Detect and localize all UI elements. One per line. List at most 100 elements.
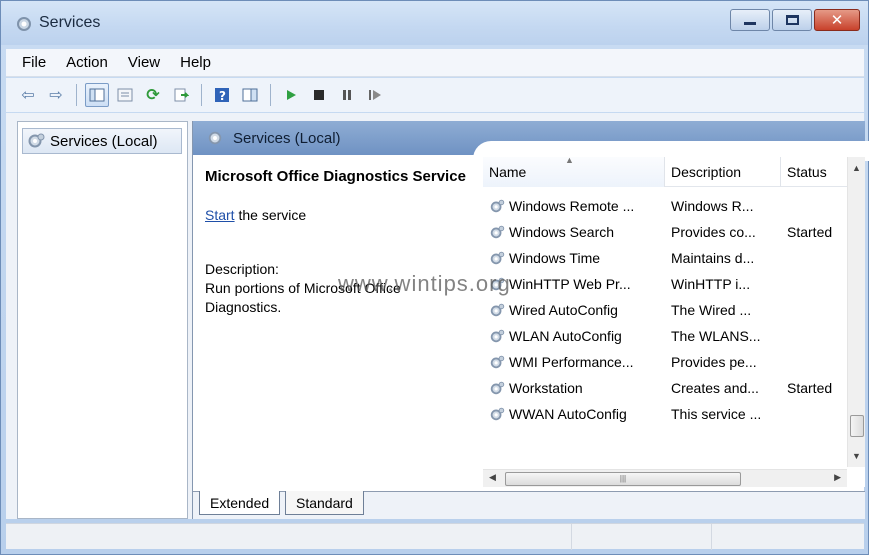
row-name-cell: Windows Time [483,250,665,266]
horizontal-scroll-thumb[interactable]: ||| [505,472,741,486]
row-name-cell: Windows Search [483,224,665,240]
row-name-cell: WWAN AutoConfig [483,406,665,422]
row-description: The Wired ... [671,302,752,318]
scroll-up-icon[interactable]: ▲ [852,163,861,173]
row-description: Windows R... [671,198,754,214]
restart-icon[interactable] [363,83,387,107]
toolbar-separator [76,84,77,106]
column-status-label: Status [787,164,827,180]
menu-file[interactable]: File [12,54,56,71]
table-row[interactable]: WinHTTP Web Pr... WinHTTP i... [483,271,845,297]
services-gear-icon [28,133,45,148]
service-gear-icon [490,199,505,213]
vertical-scroll-thumb[interactable] [850,415,864,437]
stop-icon[interactable] [307,83,331,107]
play-icon[interactable] [279,83,303,107]
service-gear-icon [490,381,505,395]
row-description: WinHTTP i... [671,276,751,292]
service-name: Microsoft Office Diagnostics Service [205,168,466,185]
row-name-cell: Wired AutoConfig [483,302,665,318]
table-row[interactable]: Windows Time Maintains d... [483,245,845,271]
minimize-button[interactable] [730,9,770,31]
close-icon: ✕ [830,11,844,29]
tree-item-label: Services (Local) [50,132,158,150]
table-row[interactable]: WLAN AutoConfig The WLANS... [483,323,845,349]
row-name: WMI Performance... [509,354,634,370]
start-service-link[interactable]: Start [205,207,235,223]
row-name: WinHTTP Web Pr... [509,276,631,292]
scroll-down-icon[interactable]: ▼ [852,451,861,461]
svg-text:?: ? [219,89,226,103]
service-gear-icon [490,407,505,421]
pane-header: Services (Local) [193,121,869,161]
row-name-cell: WMI Performance... [483,354,665,370]
row-name-cell: Windows Remote ... [483,198,665,214]
forward-arrow-icon[interactable]: ⇨ [44,83,68,107]
row-description: The WLANS... [671,328,761,344]
window-title: Services [39,14,101,31]
tab-standard[interactable]: Standard [285,491,364,515]
column-header-name[interactable]: ▲ Name [483,155,665,187]
properties-icon[interactable] [113,83,137,107]
title-bar[interactable]: Services ✕ [1,1,868,45]
help-icon[interactable]: ? [210,83,234,107]
column-name-label: Name [489,164,527,180]
tree-item-services-local[interactable]: Services (Local) [22,128,182,154]
row-description: Provides pe... [671,354,757,370]
scroll-right-icon[interactable]: ▶ [834,472,841,483]
table-row[interactable]: WMI Performance... Provides pe... [483,349,845,375]
start-service-line: Start the service [205,207,475,223]
table-row[interactable]: Wired AutoConfig The Wired ... [483,297,845,323]
service-gear-icon [490,303,505,317]
row-name: Windows Time [509,250,601,266]
maximize-button[interactable] [772,9,812,31]
status-segment [711,524,864,550]
row-name: Wired AutoConfig [509,302,618,318]
maximize-icon [785,15,799,25]
menu-view[interactable]: View [118,54,170,71]
scroll-left-icon[interactable]: ◀ [489,472,496,483]
close-button[interactable]: ✕ [814,9,860,31]
results-pane: Services (Local) Microsoft Office Diagno… [192,121,869,519]
services-gear-icon [208,131,222,145]
column-header-description[interactable]: Description [665,157,781,187]
services-list: ▲ Name Description Status Windows Remote… [483,155,865,487]
vertical-scrollbar[interactable]: ▲ ▼ [847,157,865,467]
row-name-cell: Workstation [483,380,665,396]
export-list-icon[interactable] [169,83,193,107]
pause-icon[interactable] [335,83,359,107]
row-status: Started [787,224,833,240]
services-gear-icon [17,17,31,31]
row-name: WLAN AutoConfig [509,328,622,344]
menu-action[interactable]: Action [56,54,118,71]
start-service-suffix: the service [234,207,307,223]
caption-buttons: ✕ [730,9,860,31]
show-hide-console-tree-icon[interactable] [85,83,109,107]
table-row[interactable]: Windows Search Provides co... Started [483,219,845,245]
minimize-icon [744,22,756,25]
menu-bar: File Action View Help [6,49,864,77]
table-row[interactable]: Windows Remote ... Windows R... [483,193,845,219]
row-status: Started [787,380,833,396]
client-area: Services (Local) Services (Local) Micros… [6,113,869,519]
row-description: Provides co... [671,224,756,240]
watermark: www.wintips.org [338,271,511,296]
action-pane-icon[interactable] [238,83,262,107]
column-header-status[interactable]: Status [781,157,843,187]
row-description: This service ... [671,406,762,422]
row-name: WWAN AutoConfig [509,406,627,422]
horizontal-scrollbar[interactable]: ◀ ||| ▶ [483,469,847,487]
refresh-icon[interactable]: ⟳ [141,83,165,107]
service-gear-icon [490,225,505,239]
row-description: Maintains d... [671,250,755,266]
tab-extended[interactable]: Extended [199,491,281,515]
sort-ascending-icon: ▲ [565,155,574,165]
pane-header-title: Services (Local) [233,129,341,147]
back-arrow-icon[interactable]: ⇦ [16,83,40,107]
row-description: Creates and... [671,380,759,396]
table-row[interactable]: WWAN AutoConfig This service ... [483,401,845,427]
table-row[interactable]: Workstation Creates and... Started [483,375,845,401]
menu-help[interactable]: Help [170,54,221,71]
view-tabs: Extended Standard [193,491,865,519]
row-name: Windows Search [509,224,615,240]
